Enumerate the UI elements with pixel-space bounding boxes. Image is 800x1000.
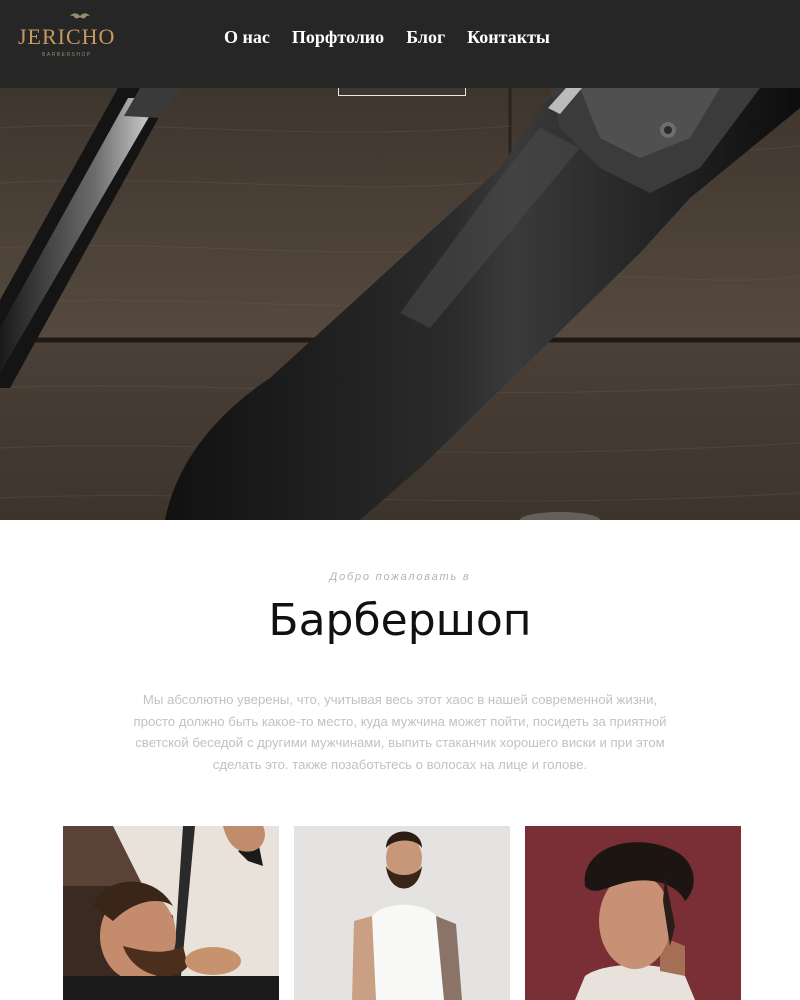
gallery-card-pompadour[interactable]	[525, 826, 741, 1000]
welcome-description: Мы абсолютно уверены, что, учитывая весь…	[133, 692, 667, 772]
nav-item-about[interactable]: О нас	[224, 27, 270, 48]
nav-item-blog[interactable]: Блог	[406, 27, 445, 48]
hero-image	[0, 88, 800, 520]
nav-item-portfolio[interactable]: Порфтолио	[292, 27, 384, 48]
gallery-card-barber[interactable]	[63, 826, 279, 1000]
main-nav: О нас Порфтолио Блог Контакты	[224, 27, 550, 48]
site-logo[interactable]: JERICHO BARBERSHOP	[18, 10, 128, 62]
mustache-icon	[70, 13, 90, 19]
gallery-card-bearded-man[interactable]	[294, 826, 510, 1000]
gallery-image-bearded-man	[294, 826, 510, 1000]
logo-text: JERICHO	[18, 24, 116, 49]
page-title: Барбершоп	[268, 595, 532, 646]
site-header: JERICHO BARBERSHOP О нас Порфтолио Блог …	[0, 0, 800, 88]
welcome-subtitle: Добро пожаловать в	[329, 571, 471, 583]
logo-subtext: BARBERSHOP	[42, 52, 92, 58]
nav-item-contacts[interactable]: Контакты	[467, 27, 550, 48]
hero-banner	[0, 88, 800, 520]
gallery-image-barber	[63, 826, 279, 1000]
gallery-image-pompadour	[525, 826, 741, 1000]
hero-button-outline[interactable]	[338, 88, 466, 96]
